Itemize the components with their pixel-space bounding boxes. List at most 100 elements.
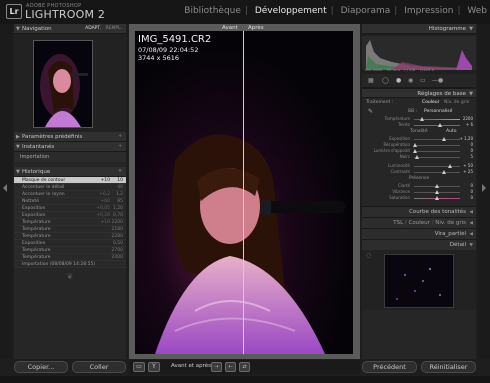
add-snapshot-icon[interactable]: + — [118, 142, 122, 152]
history-row[interactable]: Accentuer le rayon +0,2 1,2 — [14, 191, 126, 198]
zoom-fit-option[interactable]: ADAPT. — [85, 26, 101, 31]
treatment-gray-option[interactable]: Niv. de gris — [444, 98, 469, 107]
photo-preview[interactable]: IMG_5491.CR2 07/08/09 22:04:52 3744 x 56… — [135, 31, 353, 354]
slider-knob[interactable] — [442, 137, 446, 141]
panel-end-ornament-icon: ❦ — [66, 272, 74, 281]
previous-button[interactable]: Précédent — [362, 361, 417, 373]
treatment-color-option[interactable]: Couleur — [422, 98, 439, 107]
history-row[interactable]: Température 2400 — [14, 254, 126, 261]
history-row[interactable]: Masque de contour +10 10 — [14, 177, 126, 184]
photo-info-overlay: IMG_5491.CR2 07/08/09 22:04:52 3744 x 56… — [138, 34, 211, 62]
detail-zoom-target-icon[interactable]: ◌ — [366, 252, 371, 259]
history-label: Température — [22, 227, 51, 232]
history-row[interactable]: Accentuer le détail 40 — [14, 184, 126, 191]
reset-button[interactable]: Réinitialiser — [421, 361, 476, 373]
contrast-slider[interactable]: Contraste + 25 — [362, 169, 476, 175]
loupe-view-button[interactable]: ▭ — [133, 362, 145, 372]
auto-tone-button[interactable]: Auto — [446, 128, 456, 136]
color-tab[interactable]: Couleur — [409, 220, 430, 226]
eyedropper-icon[interactable]: ✎ — [368, 107, 373, 116]
swap-before-after-button[interactable]: ⇄ — [239, 362, 250, 372]
history-label: Accentuer le détail — [22, 185, 65, 190]
copy-after-to-before-button[interactable]: ⇠ — [225, 362, 236, 372]
slider-label: Contraste — [390, 169, 410, 174]
slider-knob[interactable] — [442, 170, 446, 174]
split-toning-header[interactable]: Vira_partiel ◀ — [362, 228, 476, 239]
slider-knob[interactable] — [435, 196, 439, 200]
before-after-toggle[interactable]: Y — [148, 362, 160, 372]
presets-header[interactable]: ▶ Paramètres prédéfinis + — [14, 132, 126, 142]
focal-value: 55 mm — [386, 67, 401, 72]
right-panel-toggle[interactable] — [478, 24, 490, 359]
wb-select[interactable]: Personnalisé — [424, 107, 452, 116]
bottom-edge — [0, 376, 490, 383]
grid-tool-icon[interactable]: ▦ — [368, 77, 374, 84]
slider-knob[interactable] — [448, 164, 452, 168]
history-value: 0,70 — [112, 213, 123, 218]
graduated-filter-icon[interactable]: ▭ — [420, 77, 426, 84]
module-print[interactable]: Impression — [404, 6, 453, 16]
history-header[interactable]: ▼ Historique ✕ — [14, 167, 126, 177]
crop-tool-icon[interactable]: ◯ — [382, 77, 389, 84]
left-panel-toggle[interactable] — [0, 24, 12, 359]
photo-datetime: 07/08/09 22:04:52 — [138, 46, 199, 54]
spot-removal-icon[interactable]: ● — [396, 77, 401, 84]
snapshots-header[interactable]: ▼ Instantanés + — [14, 142, 126, 152]
history-row[interactable]: Température 2700 — [14, 247, 126, 254]
add-preset-icon[interactable]: + — [118, 132, 122, 142]
detail-header[interactable]: Détail ▼ — [362, 239, 476, 250]
slider-knob[interactable] — [435, 184, 439, 188]
hsl-header[interactable]: TSL / Couleur / Niv. de gris ◀ — [362, 217, 476, 228]
snapshot-item[interactable]: Importation — [14, 152, 126, 162]
module-slideshow[interactable]: Diaporama — [341, 6, 391, 16]
treatment-label: Traitement : — [366, 100, 394, 105]
module-web[interactable]: Web — [467, 6, 487, 16]
navigator-header[interactable]: ▼ Navigation ADAPT. REMPL. — [14, 24, 126, 34]
history-row[interactable]: Température 2180 — [14, 226, 126, 233]
adjustment-brush-icon[interactable]: —● — [432, 77, 443, 84]
navigator-preview[interactable] — [14, 34, 126, 132]
slider-knob[interactable] — [415, 155, 419, 159]
tone-curve-header[interactable]: Courbe des tonalités ◀ — [362, 206, 476, 217]
history-value: 10 — [117, 178, 123, 183]
collapsed-triangle-icon: ▶ — [16, 134, 20, 140]
grayscale-tab[interactable]: Niv. de gris — [435, 220, 466, 226]
history-value: 85 — [117, 199, 123, 204]
presence-group-header: Présence — [408, 176, 430, 181]
paste-button[interactable]: Coller — [72, 361, 126, 373]
history-title: Historique — [22, 169, 51, 175]
module-develop[interactable]: Développement — [255, 6, 327, 16]
module-library[interactable]: Bibliothèque — [184, 6, 241, 16]
history-row[interactable]: Exposition 0,50 — [14, 240, 126, 247]
zoom-fill-option[interactable]: REMPL. — [105, 26, 122, 31]
copy-before-to-after-button[interactable]: ⇢ — [211, 362, 222, 372]
blacks-slider[interactable]: Noirs 5 — [362, 154, 476, 160]
clear-history-icon[interactable]: ✕ — [118, 167, 122, 177]
treatment-row: Traitement : Couleur Niv. de gris — [362, 98, 476, 107]
history-row[interactable]: Température +10 2200 — [14, 219, 126, 226]
basic-title: Réglages de base — [417, 91, 466, 97]
history-row[interactable]: Exposition +0,20 0,70 — [14, 212, 126, 219]
image-view[interactable]: Avant Après IMG_5491.CR2 07/08/09 22:04:… — [129, 24, 360, 359]
slider-knob[interactable] — [413, 149, 417, 153]
hsl-tab[interactable]: TSL — [393, 220, 403, 226]
detail-preview[interactable] — [384, 254, 454, 308]
before-after-split-line[interactable] — [243, 31, 244, 354]
redeye-tool-icon[interactable]: ◉ — [408, 77, 413, 84]
history-row[interactable]: Netteté +60 85 — [14, 198, 126, 205]
module-picker: Bibliothèque | Développement | Diaporama | … — [184, 6, 487, 16]
basic-header[interactable]: Réglages de base ▼ — [362, 88, 476, 98]
histogram[interactable]: ISO 1600 55 mm f / 5,6 1/125 s — [362, 34, 476, 74]
copy-button[interactable]: Copier... — [14, 361, 68, 373]
history-row[interactable]: Température 2280 — [14, 233, 126, 240]
slider-knob[interactable] — [413, 143, 417, 147]
history-row[interactable]: Exposition +0,05 1,20 — [14, 205, 126, 212]
histogram-header[interactable]: Histogramme ▼ — [362, 24, 476, 34]
detail-preview-image — [385, 255, 453, 307]
slider-knob[interactable] — [420, 117, 424, 121]
history-row[interactable]: Importation (08/08/09 14:28:55) — [14, 261, 126, 268]
saturation-slider[interactable]: Saturation 0 — [362, 195, 476, 201]
slider-knob[interactable] — [438, 123, 442, 127]
slider-track — [414, 139, 460, 140]
slider-knob[interactable] — [435, 190, 439, 194]
